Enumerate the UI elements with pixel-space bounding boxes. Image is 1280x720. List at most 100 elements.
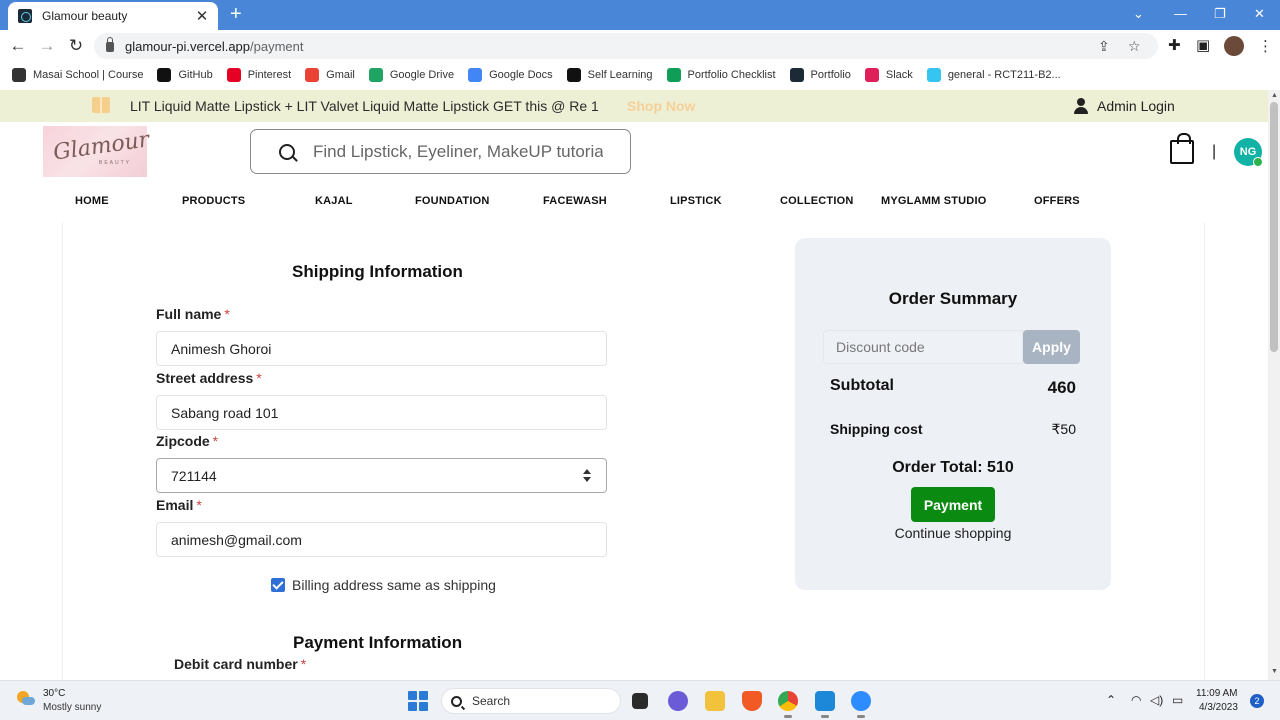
bookmark-item[interactable]: Portfolio	[789, 68, 851, 82]
extensions-icon[interactable]: ✚	[1168, 36, 1181, 54]
back-icon[interactable]: ←	[8, 36, 28, 56]
apply-button[interactable]: Apply	[1023, 330, 1080, 364]
windows-start-icon[interactable]	[408, 691, 428, 711]
gift-icon	[92, 97, 110, 113]
bookmark-label: general - RCT211-B2...	[947, 69, 1061, 81]
street-address-input[interactable]	[171, 404, 571, 421]
weather-condition[interactable]: Mostly sunny	[43, 702, 101, 713]
bookmark-item[interactable]: Self Learning	[566, 68, 653, 82]
brave-browser-icon[interactable]	[742, 691, 762, 711]
google-drive-icon	[368, 68, 383, 82]
menu-kebab-icon[interactable]: ⋮	[1258, 37, 1273, 55]
bookmark-item[interactable]: Masai School | Course	[12, 68, 143, 82]
nav-collection[interactable]: COLLECTION	[780, 195, 854, 207]
wifi-icon[interactable]: ◠	[1131, 693, 1141, 707]
task-view-icon[interactable]	[632, 693, 648, 709]
browser-tab-bar: Glamour beauty ✕ + ⌄ — ❐ ✕	[0, 0, 1280, 30]
clock-date[interactable]: 4/3/2023	[1199, 702, 1238, 713]
page-viewport: LIT Liquid Matte Lipstick + LIT Valvet L…	[0, 90, 1268, 680]
forward-icon[interactable]: →	[37, 36, 57, 56]
bookmark-item[interactable]: Portfolio Checklist	[666, 68, 776, 82]
user-avatar[interactable]: NG	[1234, 138, 1263, 167]
react-icon	[789, 68, 804, 82]
file-explorer-icon[interactable]	[705, 691, 725, 711]
bookmark-item[interactable]: Google Drive	[368, 68, 454, 82]
glamour-logo[interactable]: Glamour BEAUTY	[43, 126, 151, 177]
teams-chat-icon[interactable]	[668, 691, 688, 711]
header-divider: |	[1212, 143, 1217, 160]
zipcode-input[interactable]	[171, 467, 571, 484]
bookmark-label: GitHub	[178, 69, 213, 81]
minimize-icon[interactable]: —	[1174, 6, 1187, 21]
bookmark-label: Portfolio	[810, 69, 851, 81]
nav-home[interactable]: HOME	[75, 195, 109, 207]
tray-overflow-icon[interactable]: ⌃	[1106, 693, 1116, 707]
number-stepper-icon[interactable]	[582, 467, 592, 485]
chrome-icon[interactable]	[778, 691, 798, 718]
page-scrollbar[interactable]: ▲ ▼	[1268, 90, 1280, 680]
billing-same-label: Billing address same as shipping	[292, 577, 496, 593]
taskbar-search-icon	[451, 695, 462, 707]
weather-temp[interactable]: 30°C	[43, 688, 65, 699]
shipping-cost-label: Shipping cost	[830, 421, 923, 437]
bookmark-star-icon[interactable]: ☆	[1128, 38, 1141, 55]
share-icon[interactable]: ⇪	[1098, 38, 1110, 55]
bookmark-item[interactable]: Google Docs	[468, 68, 553, 82]
tab-close-icon[interactable]: ✕	[194, 7, 210, 25]
billing-same-checkbox[interactable]	[271, 578, 285, 592]
profile-avatar[interactable]	[1224, 36, 1244, 56]
scrollbar-thumb[interactable]	[1270, 102, 1278, 352]
restore-icon[interactable]: ❐	[1214, 6, 1226, 22]
continue-shopping-link[interactable]: Continue shopping	[795, 525, 1111, 541]
taskbar-search[interactable]: Search	[441, 688, 621, 714]
zipcode-field[interactable]	[156, 458, 607, 493]
billing-same-row[interactable]: Billing address same as shipping	[271, 577, 496, 593]
shipping-title: Shipping Information	[292, 262, 463, 281]
bookmark-item[interactable]: Gmail	[305, 68, 355, 82]
nav-products[interactable]: PRODUCTS	[182, 195, 245, 207]
admin-login-link[interactable]: Admin Login	[1097, 98, 1175, 114]
side-panel-icon[interactable]: ▣	[1196, 36, 1210, 54]
weather-sun-icon[interactable]	[17, 691, 35, 709]
product-search[interactable]	[250, 129, 631, 174]
nav-lipstick[interactable]: LIPSTICK	[670, 195, 722, 207]
shopping-bag-icon[interactable]	[1170, 133, 1194, 164]
nav-foundation[interactable]: FOUNDATION	[415, 195, 490, 207]
notification-badge[interactable]: 2	[1250, 694, 1264, 708]
bookmark-item[interactable]: GitHub	[157, 68, 213, 82]
full-name-field[interactable]	[156, 331, 607, 366]
close-window-icon[interactable]: ✕	[1254, 6, 1265, 22]
scroll-up-arrow-icon[interactable]: ▲	[1271, 92, 1278, 99]
zoom-icon[interactable]	[851, 691, 871, 718]
street-address-field[interactable]	[156, 395, 607, 430]
email-input[interactable]	[171, 531, 571, 548]
scroll-down-arrow-icon[interactable]: ▼	[1271, 668, 1278, 675]
bookmark-item[interactable]: Pinterest	[226, 68, 291, 82]
bookmark-label: Google Docs	[489, 69, 553, 81]
clock-time[interactable]: 11:09 AM	[1196, 688, 1238, 699]
email-field[interactable]	[156, 522, 607, 557]
email-label: Email *	[156, 497, 202, 513]
nav-kajal[interactable]: KAJAL	[315, 195, 353, 207]
url-field[interactable]: glamour-pi.vercel.app /payment ⇪ ☆	[94, 33, 1158, 59]
bookmark-item[interactable]: Slack	[864, 68, 913, 82]
bookmark-item[interactable]: general - RCT211-B2...	[926, 68, 1061, 82]
google-sheets-icon	[666, 68, 681, 82]
shop-now-link[interactable]: Shop Now	[627, 98, 695, 114]
discount-field[interactable]	[823, 330, 1023, 364]
browser-tab[interactable]: Glamour beauty ✕	[8, 2, 218, 30]
payment-button[interactable]: Payment	[911, 487, 995, 522]
new-tab-button[interactable]: +	[230, 4, 242, 24]
volume-icon[interactable]: ◁)	[1150, 693, 1163, 707]
reload-icon[interactable]: ↻	[66, 36, 86, 56]
nav-facewash[interactable]: FACEWASH	[543, 195, 607, 207]
tab-search-icon[interactable]: ⌄	[1133, 6, 1144, 22]
vscode-icon[interactable]	[815, 691, 835, 718]
nav-myglamm-studio[interactable]: MYGLAMM STUDIO	[881, 195, 986, 207]
discount-input[interactable]	[836, 339, 1016, 355]
search-input[interactable]	[313, 141, 603, 162]
full-name-input[interactable]	[171, 340, 571, 357]
nav-offers[interactable]: OFFERS	[1034, 195, 1080, 207]
main-navigation: HOME PRODUCTS KAJAL FOUNDATION FACEWASH …	[0, 195, 1268, 215]
battery-icon[interactable]: ▭	[1172, 693, 1183, 707]
